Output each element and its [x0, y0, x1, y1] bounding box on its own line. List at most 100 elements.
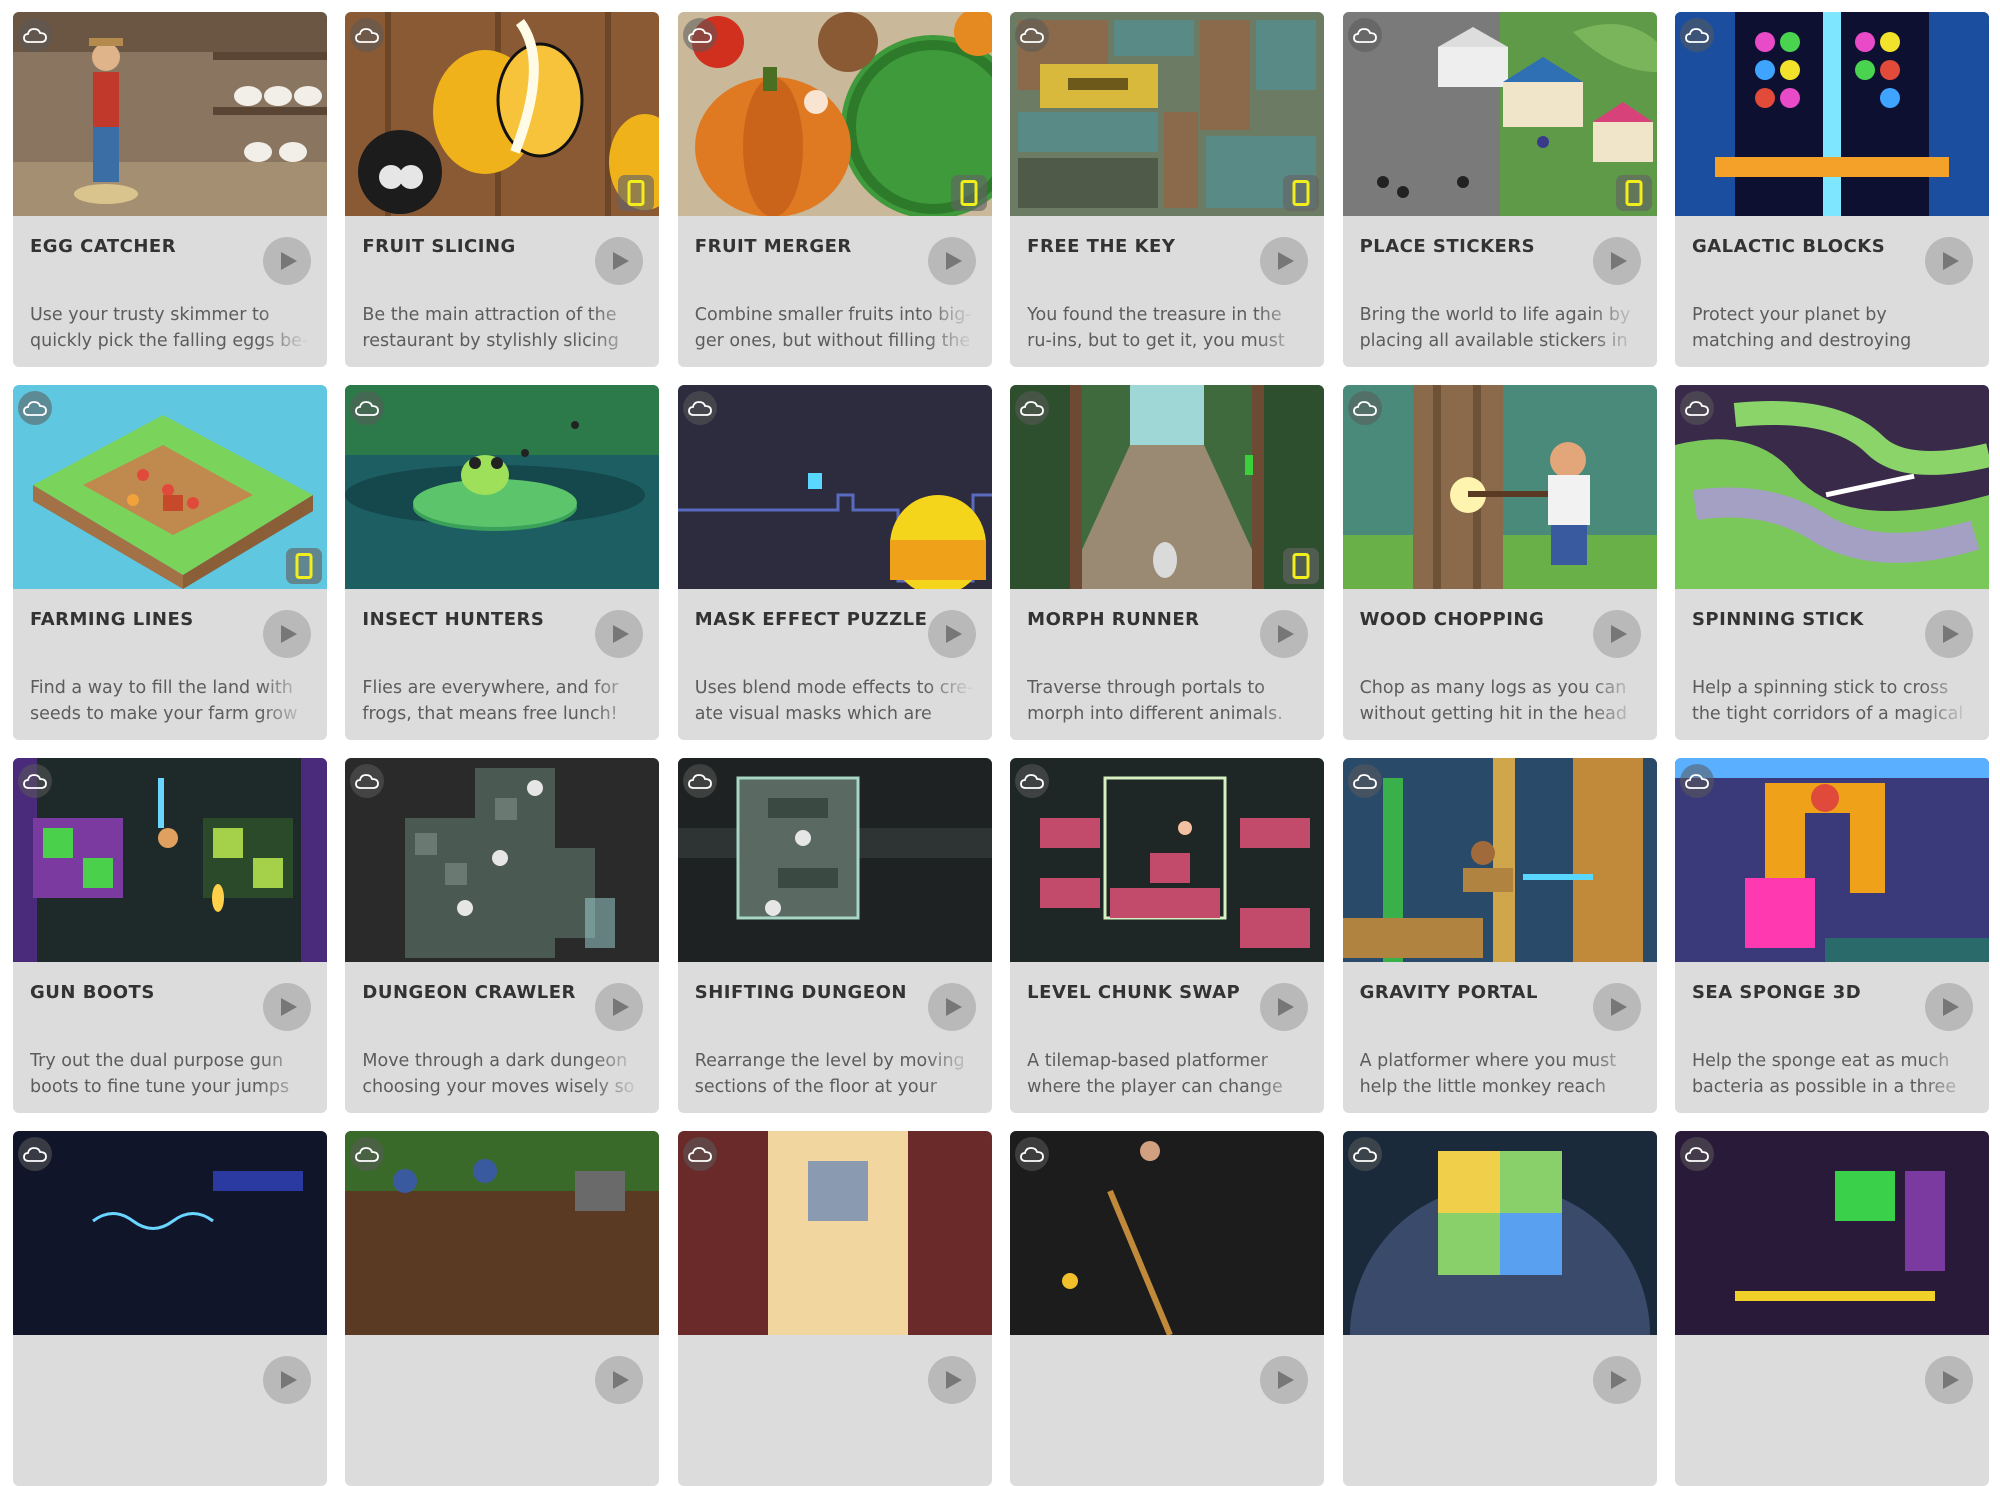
game-thumbnail[interactable] — [1342, 385, 1657, 589]
play-button[interactable] — [1260, 983, 1309, 1031]
mobile-phone-icon — [286, 548, 322, 584]
play-button[interactable] — [1592, 610, 1641, 658]
game-card[interactable]: SEA SPONGE 3D Help the sponge eat as much… — [1674, 758, 1989, 1113]
game-thumbnail[interactable] — [1010, 385, 1325, 589]
game-thumbnail[interactable] — [1674, 12, 1989, 216]
game-description: Find a way to fill the land with seeds t… — [30, 678, 298, 724]
game-card[interactable]: SPINNING STICK Help a spinning stick to c… — [1674, 385, 1989, 740]
cloud-icon — [18, 18, 52, 52]
play-icon — [608, 624, 630, 644]
game-preview-image — [1674, 12, 1989, 216]
game-thumbnail[interactable] — [677, 1131, 992, 1335]
game-card[interactable] — [1342, 1131, 1657, 1486]
play-button[interactable] — [1592, 983, 1641, 1031]
play-button[interactable] — [595, 983, 644, 1031]
game-card[interactable]: FRUIT MERGER Combine smaller fruits into … — [677, 12, 992, 367]
play-button[interactable] — [1592, 237, 1641, 285]
game-card[interactable]: WOOD CHOPPING Chop as many logs as you ca… — [1342, 385, 1657, 740]
game-description — [1360, 1421, 1640, 1473]
game-preview-image — [345, 1131, 660, 1335]
play-button[interactable] — [263, 983, 311, 1031]
play-button[interactable] — [927, 237, 976, 285]
game-title: FRUIT MERGER — [694, 236, 852, 257]
game-thumbnail[interactable] — [1342, 1131, 1657, 1335]
play-button[interactable] — [263, 1356, 311, 1404]
play-button[interactable] — [1592, 1356, 1641, 1404]
game-card[interactable] — [345, 1131, 660, 1486]
game-card[interactable]: GRAVITY PORTAL A platformer where you mus… — [1342, 758, 1657, 1113]
game-card[interactable]: GALACTIC BLOCKS Protect your planet by ma… — [1674, 12, 1989, 367]
game-thumbnail[interactable] — [345, 385, 660, 589]
play-button[interactable] — [927, 610, 976, 658]
game-thumbnail[interactable] — [13, 1131, 327, 1335]
game-thumbnail[interactable] — [1674, 1131, 1989, 1335]
play-button[interactable] — [263, 237, 311, 285]
play-icon — [1606, 251, 1628, 271]
game-preview-image — [13, 1131, 327, 1335]
game-thumbnail[interactable] — [1010, 1131, 1325, 1335]
cloud-icon — [682, 1137, 717, 1171]
game-card[interactable]: FARMING LINES Find a way to fill the land… — [13, 385, 327, 740]
play-button[interactable] — [595, 1356, 644, 1404]
game-thumbnail[interactable] — [345, 12, 660, 216]
game-description: Bring the world to life again by placing… — [1359, 305, 1631, 351]
game-title: DUNGEON CRAWLER — [362, 982, 576, 1003]
game-thumbnail[interactable] — [1674, 385, 1989, 589]
play-icon — [1606, 1370, 1628, 1390]
game-card[interactable]: MASK EFFECT PUZZLE Uses blend mode effect… — [677, 385, 992, 740]
game-title: INSECT HUNTERS — [362, 609, 545, 630]
game-thumbnail[interactable] — [345, 758, 660, 962]
play-button[interactable] — [595, 610, 644, 658]
game-thumbnail[interactable] — [1342, 758, 1657, 962]
play-button[interactable] — [1924, 983, 1973, 1031]
play-button[interactable] — [1924, 610, 1973, 658]
game-thumbnail[interactable] — [677, 758, 992, 962]
game-card[interactable] — [1010, 1131, 1325, 1486]
play-button[interactable] — [1924, 1356, 1973, 1404]
cloud-icon — [1015, 764, 1050, 798]
cloud-icon — [682, 391, 717, 425]
game-card[interactable]: MORPH RUNNER Traverse through portals to … — [1010, 385, 1325, 740]
game-title: GUN BOOTS — [30, 982, 155, 1003]
game-thumbnail[interactable] — [1010, 12, 1325, 216]
game-thumbnail[interactable] — [13, 12, 327, 216]
game-card[interactable]: FRUIT SLICING Be the main attraction of t… — [345, 12, 660, 367]
game-card[interactable]: SHIFTING DUNGEON Rearrange the level by m… — [677, 758, 992, 1113]
game-thumbnail[interactable] — [345, 1131, 660, 1335]
game-card[interactable]: GUN BOOTS Try out the dual purpose gun bo… — [13, 758, 327, 1113]
cloud-icon — [1679, 18, 1714, 52]
game-card[interactable]: PLACE STICKERS Bring the world to life ag… — [1342, 12, 1657, 367]
game-card[interactable]: DUNGEON CRAWLER Move through a dark dunge… — [345, 758, 660, 1113]
game-thumbnail[interactable] — [1674, 758, 1989, 962]
game-preview-image — [1342, 385, 1657, 589]
game-thumbnail[interactable] — [1342, 12, 1657, 216]
game-thumbnail[interactable] — [13, 385, 327, 589]
game-card[interactable] — [13, 1131, 327, 1486]
game-thumbnail[interactable] — [13, 758, 327, 962]
mobile-phone-icon — [950, 175, 987, 211]
game-card[interactable]: EGG CATCHER Use your trusty skimmer to qu… — [13, 12, 327, 367]
game-card[interactable]: INSECT HUNTERS Flies are everywhere, and … — [345, 385, 660, 740]
game-card[interactable]: FREE THE KEY You found the treasure in th… — [1010, 12, 1325, 367]
game-description: Help a spinning stick to cross the tight… — [1691, 678, 1964, 724]
game-title: SEA SPONGE 3D — [1691, 982, 1862, 1003]
play-button[interactable] — [1260, 237, 1309, 285]
game-preview-image — [1674, 1131, 1989, 1335]
game-thumbnail[interactable] — [677, 385, 992, 589]
play-button[interactable] — [1260, 1356, 1309, 1404]
game-card[interactable]: LEVEL CHUNK SWAP A tilemap-based platform… — [1010, 758, 1325, 1113]
play-button[interactable] — [927, 983, 976, 1031]
game-description: Use your trusty skimmer to quickly pick … — [30, 305, 309, 351]
game-description — [1692, 1421, 1972, 1473]
play-button[interactable] — [927, 1356, 976, 1404]
play-icon — [1273, 251, 1295, 271]
game-card[interactable] — [1674, 1131, 1989, 1486]
game-thumbnail[interactable] — [1010, 758, 1325, 962]
game-card[interactable] — [677, 1131, 992, 1486]
play-button[interactable] — [1924, 237, 1973, 285]
cloud-icon — [682, 764, 717, 798]
play-button[interactable] — [263, 610, 311, 658]
play-button[interactable] — [595, 237, 644, 285]
game-thumbnail[interactable] — [677, 12, 992, 216]
play-button[interactable] — [1260, 610, 1309, 658]
